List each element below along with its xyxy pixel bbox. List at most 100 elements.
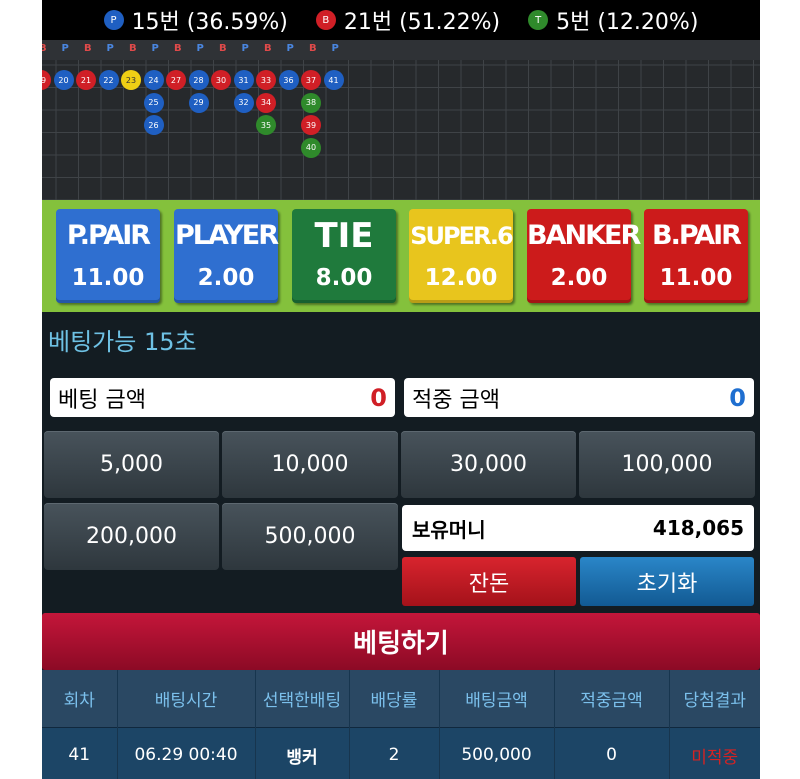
- player-stat-text: 15번 (36.59%): [131, 10, 288, 35]
- road-letter: B: [42, 43, 47, 54]
- chip-30000-button[interactable]: 30,000: [401, 431, 576, 498]
- col-odds: 배당률: [348, 670, 439, 728]
- road-bead: 19: [42, 70, 51, 90]
- bet-odds: 12.00: [424, 265, 498, 291]
- bet-odds: 11.00: [71, 265, 145, 291]
- col-round: 회차: [42, 670, 117, 728]
- cell-bet-amount: 500,000: [438, 727, 554, 779]
- road-letter: P: [196, 43, 204, 54]
- road-letter: B: [219, 43, 227, 54]
- cell-odds: 2: [348, 727, 439, 779]
- road-letter: P: [61, 43, 69, 54]
- road-bead: 37: [301, 70, 321, 90]
- tie-dot-icon: T: [528, 10, 549, 30]
- bet-name: B.PAIR: [652, 220, 742, 251]
- bet-odds: 2.00: [550, 265, 608, 291]
- betting-available-text: 베팅가능 15초: [48, 328, 197, 356]
- balance-box: 보유머니 418,065: [402, 505, 754, 551]
- chip-5000-button[interactable]: 5,000: [44, 431, 219, 498]
- cell-bet-time: 06.29 00:40: [116, 727, 255, 779]
- road-letter: P: [151, 43, 159, 54]
- road-bead: 29: [188, 92, 209, 113]
- road-letter: B: [174, 43, 182, 54]
- bet-name: P.PAIR: [66, 220, 151, 251]
- bet-tie[interactable]: TIE 8.00: [292, 209, 396, 303]
- chip-100000-button[interactable]: 100,000: [579, 431, 755, 498]
- col-bet-amount: 배팅금액: [438, 670, 554, 728]
- col-selected-bet: 선택한배팅: [254, 670, 349, 728]
- bet-super6[interactable]: SUPER.6 12.00: [409, 209, 514, 303]
- win-amount-label: 적중 금액: [412, 387, 500, 413]
- reset-button[interactable]: 초기화: [580, 557, 754, 606]
- chip-500000-button[interactable]: 500,000: [222, 503, 398, 570]
- table-header-row: 회차 배팅시간 선택한배팅 배당률 배팅금액 적중금액 당첨결과: [42, 670, 760, 728]
- bet-name: PLAYER: [174, 220, 279, 251]
- road-bead: 32: [233, 92, 254, 113]
- win-amount-field: 적중 금액 0: [404, 378, 754, 417]
- road-bead: 30: [211, 70, 231, 90]
- cell-selected-bet: 뱅커: [254, 727, 349, 779]
- bet-amount-field: 베팅 금액 0: [50, 378, 395, 417]
- road-bead: 24: [143, 70, 164, 90]
- tie-stat-text: 5번 (12.20%): [556, 10, 699, 35]
- bet-odds: 8.00: [315, 265, 373, 291]
- bet-player[interactable]: PLAYER 2.00: [174, 209, 279, 303]
- banker-stat: B 21번 (51.22%): [315, 4, 501, 36]
- chip-200000-button[interactable]: 200,000: [44, 503, 219, 570]
- road-letter: B: [84, 43, 92, 54]
- col-bet-time: 배팅시간: [116, 670, 255, 728]
- road-bead: 25: [143, 92, 164, 113]
- banker-dot-icon: B: [315, 10, 336, 30]
- player-dot-icon: P: [103, 10, 124, 30]
- road-letter: P: [106, 43, 114, 54]
- table-row: 41 06.29 00:40 뱅커 2 500,000 0 미적중: [42, 727, 760, 779]
- road-header-letters: BPBPBPBPBPBPBP: [42, 40, 760, 60]
- road-bead: 31: [233, 70, 254, 90]
- road-letter: B: [309, 43, 317, 54]
- road-bead: 22: [98, 70, 119, 90]
- road-letter: P: [241, 43, 249, 54]
- tie-stat: T 5번 (12.20%): [528, 4, 698, 36]
- road-bead: 20: [53, 70, 74, 90]
- bet-banker[interactable]: BANKER 2.00: [527, 209, 641, 303]
- bet-name: SUPER.6: [410, 222, 514, 250]
- bet-p-pair[interactable]: P.PAIR 11.00: [56, 209, 160, 303]
- road-letter: P: [286, 43, 294, 54]
- road-letter: B: [264, 43, 272, 54]
- change-button[interactable]: 잔돈: [402, 557, 576, 606]
- road-bead: 28: [188, 70, 209, 90]
- baccarat-panel: P 15번 (36.59%) B 21번 (51.22%) T 5번 (12.2…: [42, 0, 760, 779]
- balance-label: 보유머니: [412, 517, 486, 542]
- road-bead: 35: [256, 115, 276, 135]
- road-bead: 34: [256, 92, 276, 113]
- road-bead: 39: [301, 115, 321, 135]
- col-result: 당첨결과: [668, 670, 760, 728]
- road-bead: 40: [301, 137, 321, 158]
- road-bead: 23: [121, 70, 141, 90]
- cell-result: 미적중: [668, 727, 760, 779]
- player-stat: P 15번 (36.59%): [103, 4, 288, 36]
- bet-b-pair[interactable]: B.PAIR 11.00: [644, 209, 748, 303]
- road-letter: P: [331, 43, 339, 54]
- cell-win-amount: 0: [553, 727, 669, 779]
- banker-stat-text: 21번 (51.22%): [343, 10, 501, 35]
- bet-odds: 2.00: [197, 265, 255, 291]
- cell-round: 41: [42, 727, 117, 779]
- chip-10000-button[interactable]: 10,000: [222, 431, 398, 498]
- road-bead: 38: [301, 92, 321, 113]
- road-bead: 26: [143, 115, 164, 135]
- road-letter: B: [129, 43, 137, 54]
- road-bead: 41: [323, 70, 344, 90]
- bet-amount-label: 베팅 금액: [58, 387, 146, 413]
- road-bead: 21: [76, 70, 96, 90]
- win-amount-value: 0: [729, 383, 746, 412]
- bead-road: BPBPBPBPBPBPBP 1920212223242526272829303…: [42, 40, 760, 200]
- balance-value: 418,065: [652, 516, 744, 540]
- bet-amount-value: 0: [370, 383, 387, 412]
- road-bead: 36: [278, 70, 299, 90]
- road-bead: 33: [256, 70, 276, 90]
- bet-odds: 11.00: [659, 265, 733, 291]
- place-bet-button[interactable]: 베팅하기: [42, 613, 760, 670]
- bet-name: BANKER: [527, 220, 641, 251]
- result-stats: P 15번 (36.59%) B 21번 (51.22%) T 5번 (12.2…: [42, 0, 760, 40]
